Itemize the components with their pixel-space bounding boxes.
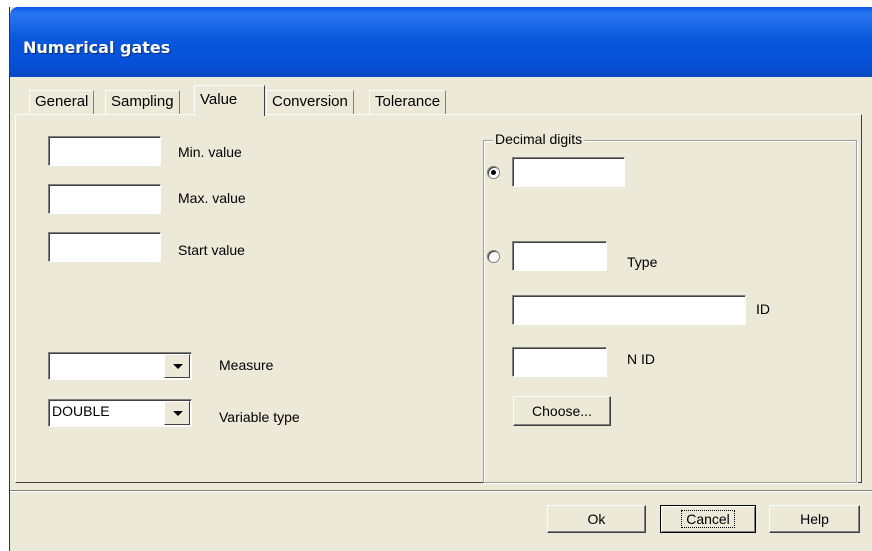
n-id-label: N ID xyxy=(627,351,655,367)
tab-sampling[interactable]: Sampling xyxy=(105,90,180,114)
variable-type-selected-value: DOUBLE xyxy=(52,403,110,419)
start-value-input[interactable] xyxy=(48,232,161,262)
decimal-digits-title: Decimal digits xyxy=(493,129,585,149)
cancel-button-label: Cancel xyxy=(681,510,735,528)
tab-value[interactable]: Value xyxy=(194,85,265,116)
radio-selected-dot-icon xyxy=(491,170,496,175)
decimal-type-radio[interactable] xyxy=(487,250,500,263)
min-value-input[interactable] xyxy=(48,136,161,166)
decimal-digits-input[interactable] xyxy=(512,157,625,187)
cancel-button[interactable]: Cancel xyxy=(660,505,756,533)
dialog-window: Numerical gates General Sampling Value C… xyxy=(9,7,872,551)
type-label: Type xyxy=(627,254,658,270)
measure-dropdown-chevron-down-icon[interactable] xyxy=(164,354,190,378)
min-value-label: Min. value xyxy=(178,144,242,160)
variable-type-dropdown-chevron-down-icon[interactable] xyxy=(164,401,190,425)
id-input[interactable] xyxy=(512,295,746,325)
choose-button[interactable]: Choose... xyxy=(513,396,611,426)
tab-conversion[interactable]: Conversion xyxy=(266,90,354,114)
divider xyxy=(10,490,872,492)
start-value-label: Start value xyxy=(178,242,245,258)
measure-label: Measure xyxy=(219,357,274,373)
decimal-fixed-radio[interactable] xyxy=(487,166,500,179)
variable-type-label: Variable type xyxy=(219,409,300,425)
tab-tolerance[interactable]: Tolerance xyxy=(369,90,447,114)
ok-button[interactable]: Ok xyxy=(547,505,646,533)
title-bar[interactable]: Numerical gates xyxy=(10,7,872,77)
type-input[interactable] xyxy=(512,241,607,271)
max-value-input[interactable] xyxy=(48,184,161,214)
max-value-label: Max. value xyxy=(178,190,246,206)
tab-general[interactable]: General xyxy=(29,90,95,114)
help-button[interactable]: Help xyxy=(769,505,860,533)
id-label: ID xyxy=(756,301,770,317)
n-id-input[interactable] xyxy=(512,347,607,377)
window-title: Numerical gates xyxy=(23,38,171,57)
